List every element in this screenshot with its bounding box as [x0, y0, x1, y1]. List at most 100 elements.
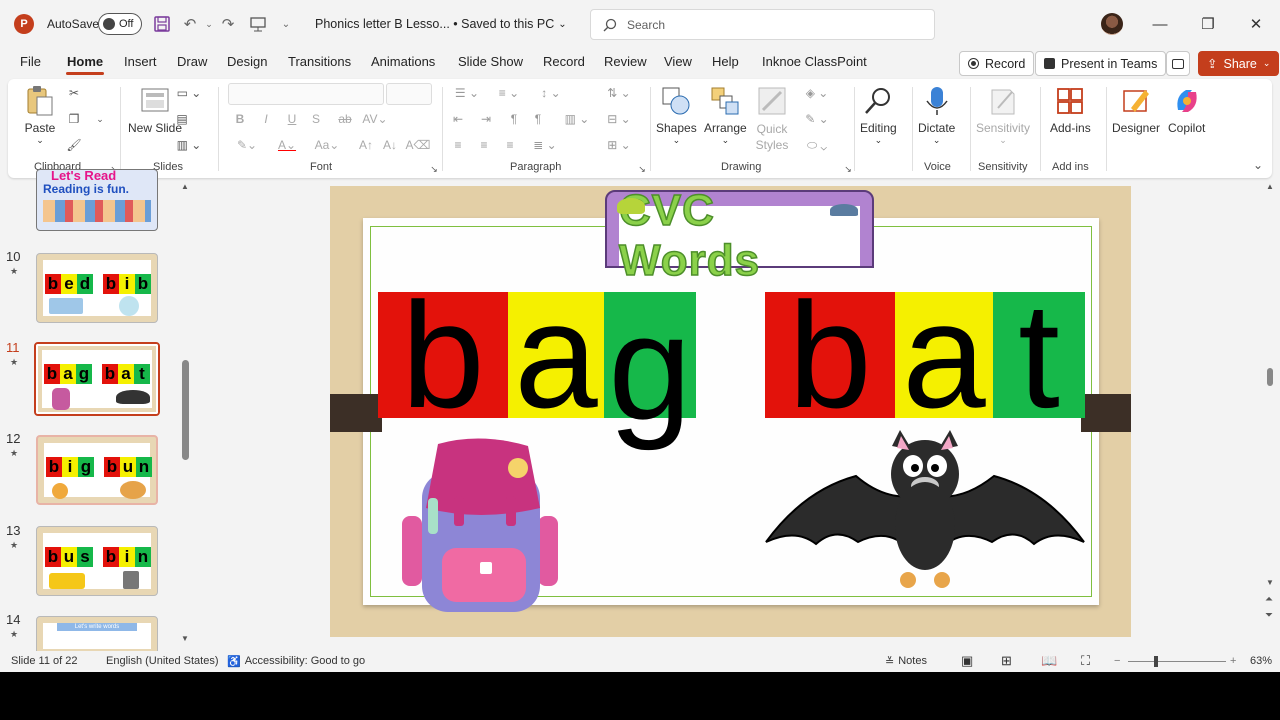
notes-button[interactable]: ≚ Notes	[885, 655, 927, 668]
bullets-icon[interactable]: ☰ ⌄	[450, 85, 484, 101]
smartart-icon[interactable]: ⊞ ⌄	[602, 137, 636, 153]
share-button[interactable]: ⇪ Share ⌄	[1198, 51, 1280, 76]
arrange-button[interactable]: Arrange ⌄	[704, 85, 747, 146]
shadow-icon[interactable]: S	[308, 111, 324, 127]
copilot-button[interactable]: Copilot	[1168, 85, 1205, 135]
decrease-indent-icon[interactable]: ⇤	[450, 111, 466, 127]
section-icon[interactable]: ▥ ⌄	[174, 137, 204, 153]
letter-b[interactable]: b	[378, 280, 508, 430]
reset-icon[interactable]: ▤	[174, 111, 190, 127]
slide-thumbnail-14[interactable]: Let's write words	[36, 616, 158, 656]
present-from-start-icon[interactable]	[248, 14, 268, 34]
highlight-color-icon[interactable]: ✎⌄	[232, 137, 262, 153]
user-avatar[interactable]	[1101, 13, 1123, 35]
letter-b[interactable]: b	[765, 280, 895, 430]
copy-icon[interactable]: ❐	[66, 111, 82, 127]
scroll-up-icon[interactable]: ▲	[1266, 182, 1274, 191]
slide-thumbnail-10[interactable]: bed bib	[36, 253, 158, 323]
align-right-icon[interactable]: ≡	[502, 137, 518, 153]
word-bat[interactable]: b a t	[765, 280, 1085, 430]
format-painter-icon[interactable]: 🖌	[66, 137, 82, 153]
tab-record[interactable]: Record	[543, 54, 585, 69]
bat-image[interactable]	[764, 430, 1086, 596]
align-center-icon[interactable]: ≡	[476, 137, 492, 153]
zoom-out-icon[interactable]: −	[1114, 655, 1120, 667]
tab-draw[interactable]: Draw	[177, 54, 207, 69]
accessibility-checker[interactable]: ♿ Accessibility: Good to go	[227, 655, 365, 668]
zoom-slider-thumb[interactable]	[1154, 656, 1158, 667]
increase-indent-icon[interactable]: ⇥	[478, 111, 494, 127]
zoom-level[interactable]: 63%	[1250, 655, 1272, 667]
scroll-thumb[interactable]	[182, 360, 189, 460]
strikethrough-icon[interactable]: ab	[334, 111, 356, 127]
zoom-in-icon[interactable]: +	[1230, 655, 1236, 667]
slideshow-view-icon[interactable]: ⛶	[1081, 653, 1090, 669]
ltr-icon[interactable]: ¶	[506, 111, 522, 127]
sensitivity-button[interactable]: Sensitivity ⌄	[976, 85, 1030, 146]
increase-font-icon[interactable]: A↑	[358, 137, 374, 153]
slide-counter[interactable]: Slide 11 of 22	[11, 655, 77, 667]
tab-inknoe-classpoint[interactable]: Inknoe ClassPoint	[762, 54, 867, 69]
previous-slide-icon[interactable]: ⏶	[1265, 594, 1273, 605]
slide-thumbnail-11[interactable]: bag bat	[34, 342, 160, 416]
slide-thumbnail-12[interactable]: big bun	[36, 435, 158, 505]
tab-file[interactable]: File	[20, 54, 41, 69]
slide-panel-scrollbar[interactable]: ▲ ▼	[181, 182, 190, 644]
letter-g[interactable]: g	[604, 292, 696, 442]
comments-button[interactable]	[1166, 51, 1190, 76]
paste-button[interactable]: Paste ⌄	[24, 85, 56, 146]
normal-view-icon[interactable]: ▣	[961, 653, 973, 669]
restore-icon[interactable]: ❐	[1195, 10, 1221, 38]
scroll-down-icon[interactable]: ▼	[181, 634, 189, 643]
dictate-button[interactable]: Dictate ⌄	[918, 85, 955, 146]
tab-home[interactable]: Home	[67, 54, 103, 69]
tab-view[interactable]: View	[664, 54, 692, 69]
scroll-up-icon[interactable]: ▲	[181, 182, 189, 191]
shape-outline-icon[interactable]: ✎ ⌄	[800, 111, 834, 127]
editing-button[interactable]: Editing ⌄	[860, 85, 897, 146]
align-text-icon[interactable]: ⊟ ⌄	[602, 111, 636, 127]
text-direction-icon[interactable]: ⇅ ⌄	[602, 85, 636, 101]
zoom-slider[interactable]	[1128, 656, 1226, 667]
record-button[interactable]: Record	[959, 51, 1035, 76]
undo-icon[interactable]: ↶	[180, 14, 200, 34]
quick-styles-button[interactable]: Quick Styles	[754, 85, 790, 153]
customize-toolbar-icon[interactable]: ⌄	[276, 14, 296, 34]
letter-t[interactable]: t	[993, 280, 1085, 430]
clear-formatting-icon[interactable]: A⌫	[406, 137, 431, 153]
tab-insert[interactable]: Insert	[124, 54, 157, 69]
slide-canvas[interactable]: CVC Words b a g b a t	[330, 186, 1131, 637]
backpack-image[interactable]	[398, 438, 564, 616]
shape-effects-icon[interactable]: ⬭ ⌄	[800, 137, 834, 153]
tab-transitions[interactable]: Transitions	[288, 54, 351, 69]
font-color-icon[interactable]: A⌄	[272, 137, 302, 153]
add-ins-button[interactable]: Add-ins	[1050, 85, 1091, 135]
underline-icon[interactable]: U	[284, 111, 300, 127]
chevron-down-icon[interactable]: ⌄	[92, 111, 108, 127]
slide-sorter-icon[interactable]: ⊞	[1001, 653, 1012, 669]
collapse-ribbon-icon[interactable]: ⌄	[1250, 157, 1266, 173]
font-family-select[interactable]	[228, 83, 384, 105]
document-title[interactable]: Phonics letter B Lesso... • Saved to thi…	[315, 0, 567, 48]
numbering-icon[interactable]: ≡ ⌄	[492, 85, 526, 101]
letter-a[interactable]: a	[895, 280, 993, 430]
character-spacing-icon[interactable]: AV⌄	[360, 111, 390, 127]
save-icon[interactable]	[152, 14, 172, 34]
autosave-toggle[interactable]: Off	[98, 13, 142, 35]
tab-review[interactable]: Review	[604, 54, 647, 69]
justify-icon[interactable]: ≣ ⌄	[528, 137, 562, 153]
slide-thumbnail-9[interactable]: Let's Read Reading is fun.	[36, 169, 158, 231]
cut-icon[interactable]: ✂	[66, 85, 82, 101]
shapes-button[interactable]: Shapes ⌄	[656, 85, 697, 146]
scroll-thumb[interactable]	[1267, 368, 1273, 386]
word-bag[interactable]: b a g	[378, 280, 696, 442]
search-input[interactable]: Search	[590, 9, 935, 40]
scroll-down-icon[interactable]: ▼	[1266, 578, 1274, 587]
slide-scrollbar[interactable]: ▲ ▼ ⏶ ⏷	[1264, 182, 1278, 632]
close-icon[interactable]: ✕	[1243, 10, 1269, 38]
bold-icon[interactable]: B	[232, 111, 248, 127]
dialog-launcher-icon[interactable]: ↘	[634, 161, 650, 177]
layout-icon[interactable]: ▭ ⌄	[174, 85, 204, 101]
italic-icon[interactable]: I	[258, 111, 274, 127]
undo-dropdown-icon[interactable]: ⌄	[199, 14, 219, 34]
